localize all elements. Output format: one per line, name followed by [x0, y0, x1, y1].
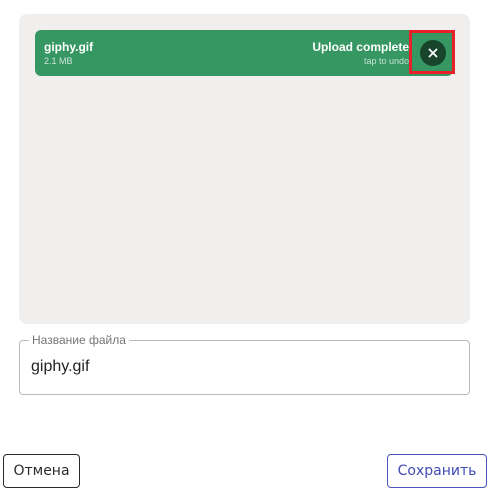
cancel-button[interactable]: Отмена [3, 454, 80, 488]
upload-status: Upload complete [312, 40, 409, 54]
filename-field: Название файла [19, 333, 470, 395]
file-name: giphy.gif [44, 40, 94, 54]
close-icon [428, 48, 438, 58]
uploaded-file-item: giphy.gif 2.1 MB Upload complete tap to … [35, 30, 453, 76]
save-button[interactable]: Сохранить [387, 454, 487, 488]
remove-file-button[interactable] [420, 40, 446, 66]
undo-hint: tap to undo [363, 56, 409, 66]
filename-input[interactable] [31, 355, 451, 379]
file-size: 2.1 MB [44, 56, 73, 66]
filename-field-label: Название файла [29, 333, 129, 347]
